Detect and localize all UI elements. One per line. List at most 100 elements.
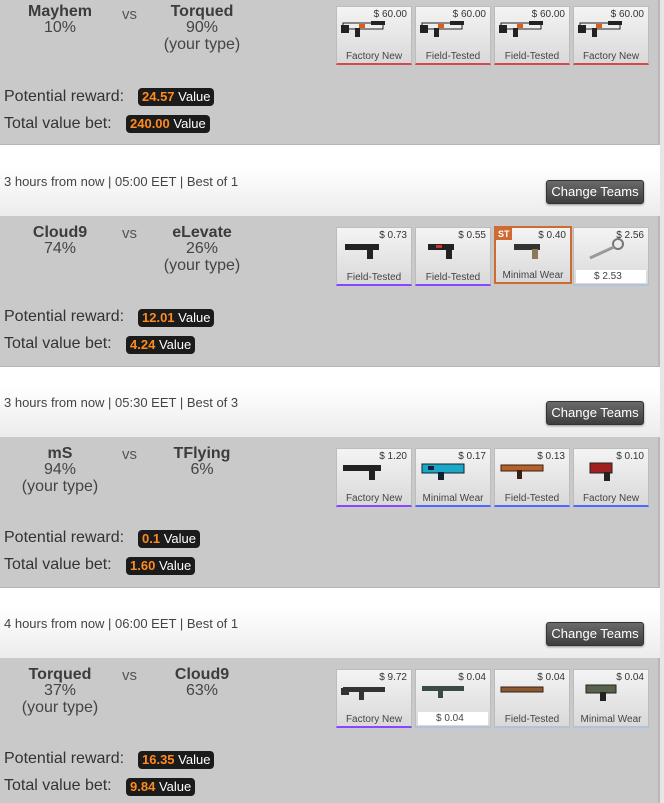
match-card-cloud9-elevate: Cloud9 74% vs eLevate 26% (your type) $ … [0,216,660,367]
bet-item[interactable]: $ 0.10 Factory New [573,448,649,507]
item-price: $ 60.00 [531,9,565,20]
team-odds: 94% [43,461,77,478]
potential-reward-badge: 24.57 Value [138,88,215,106]
item-condition: Field-Tested [425,51,481,62]
vs-label: vs [122,6,137,23]
item-price: $ 0.10 [616,451,644,462]
item-condition: Field-Tested [504,493,560,504]
team-right[interactable]: Torqued 90% (your type) [142,4,262,54]
item-condition: Factory New [345,714,403,725]
item-price: $ 0.55 [458,230,486,241]
team-odds: 90% [185,19,219,36]
page-scrollbar-track[interactable] [660,0,664,803]
rifle-white-icon [341,21,385,37]
vs-label: vs [122,446,137,463]
item-price: $ 60.00 [373,9,407,20]
item-price: $ 1.20 [379,451,407,462]
pistol-icon [514,244,540,259]
team-right[interactable]: Cloud9 63% [142,667,262,699]
item-condition: Factory New [582,51,640,62]
team-name: Mayhem [27,3,93,20]
potential-reward-label: Potential reward: [4,750,125,767]
match-time-info: 3 hours from now | 05:00 EET | Best of 1 [4,174,239,189]
match-header: 3 hours from now | 05:00 EET | Best of 1… [0,166,660,216]
potential-reward-label: Potential reward: [4,308,125,325]
shotgun-icon [500,686,544,693]
bet-item[interactable]: $ 9.72 Factory New [336,669,412,728]
team-odds: 37% [43,682,77,699]
match-header: 3 hours from now | 05:30 EET | Best of 3… [0,387,660,437]
item-condition: Field-Tested [504,51,560,62]
team-left[interactable]: Cloud9 74% [0,225,120,257]
your-type-label: (your type) [21,699,99,716]
total-bet-label: Total value bet: [4,335,112,352]
match-header: 4 hours from now | 06:00 EET | Best of 1… [0,608,660,658]
potential-reward-label: Potential reward: [4,88,125,105]
bet-item[interactable]: $ 60.00 Field-Tested [494,6,570,65]
bet-item[interactable]: $ 0.13 Field-Tested [494,448,570,507]
potential-reward-badge: 16.35 Value [138,751,215,769]
team-name: Cloud9 [174,666,230,683]
rifle-white-icon [578,21,622,37]
bet-item[interactable]: $ 2.56 $ 2.53 [573,227,649,286]
bet-item[interactable]: $ 60.00 Factory New [573,6,649,65]
bet-item[interactable]: $ 0.73 Field-Tested [336,227,412,286]
total-bet-badge: 4.24 Value [126,336,196,354]
item-condition: Factory New [345,493,403,504]
bet-item[interactable]: $ 1.20 Factory New [336,448,412,507]
item-price: $ 0.04 [458,672,486,683]
team-odds: 63% [185,682,219,699]
team-odds: 10% [43,19,77,36]
potential-reward-badge: 0.1 Value [138,530,200,548]
team-name: Torqued [170,3,234,20]
total-bet-label: Total value bet: [4,777,112,794]
total-bet-badge: 240.00 Value [126,115,210,133]
pistol-icon [345,244,379,259]
bet-item[interactable]: $ 60.00 Factory New [336,6,412,65]
bet-item[interactable]: $ 0.04 $ 0.04 [415,669,491,728]
rifle-white-icon [420,21,464,37]
total-bet-badge: 1.60 Value [126,557,196,575]
item-price: $ 0.04 [537,672,565,683]
pistol-icon [343,465,381,480]
bet-item[interactable]: $ 0.55 Field-Tested [415,227,491,286]
team-left[interactable]: mS 94% (your type) [0,446,120,496]
team-name: mS [47,445,73,462]
rifle-white-icon [499,21,543,37]
potential-reward-label: Potential reward: [4,529,125,546]
bet-item[interactable]: $ 60.00 Field-Tested [415,6,491,65]
your-type-label: (your type) [21,478,99,495]
item-price: $ 0.40 [538,230,566,241]
match-card-torqued-cloud9: Torqued 37% (your type) vs Cloud9 63% $ … [0,658,660,803]
item-condition: Field-Tested [504,714,560,725]
smg-camo-icon [585,684,617,701]
item-condition: Minimal Wear [502,270,564,281]
item-condition: Minimal Wear [422,493,484,504]
item-price: $ 0.17 [458,451,486,462]
team-odds: 74% [43,240,77,257]
your-type-label: (your type) [163,257,241,274]
item-condition: Minimal Wear [580,714,642,725]
item-price: $ 0.73 [379,230,407,241]
item-condition: Field-Tested [425,272,481,283]
team-odds: 26% [185,240,219,257]
item-sub-price: $ 2.53 [576,270,646,283]
bet-item[interactable]: $ 0.17 Minimal Wear [415,448,491,507]
change-teams-button[interactable]: Change Teams [546,622,644,646]
team-right[interactable]: eLevate 26% (your type) [142,225,262,275]
total-bet-label: Total value bet: [4,115,112,132]
change-teams-button[interactable]: Change Teams [546,180,644,204]
match-card-mayhem-torqued: Mayhem 10% vs Torqued 90% (your type) $ … [0,0,660,145]
bet-item[interactable]: $ 0.04 Minimal Wear [573,669,649,728]
potential-reward-badge: 12.01 Value [138,309,215,327]
team-right[interactable]: TFlying 6% [142,446,262,478]
change-teams-button[interactable]: Change Teams [546,401,644,425]
item-price: $ 9.72 [379,672,407,683]
bet-item-stattrak[interactable]: ST $ 0.40 Minimal Wear [494,226,572,284]
team-left[interactable]: Mayhem 10% [0,4,120,36]
team-left[interactable]: Torqued 37% (your type) [0,667,120,717]
match-time-info: 4 hours from now | 06:00 EET | Best of 1 [4,616,239,631]
match-card-ms-tflying: mS 94% (your type) vs TFlying 6% $ 1.20 … [0,437,660,588]
bet-item[interactable]: $ 0.04 Field-Tested [494,669,570,728]
smg-red-icon [589,462,613,481]
